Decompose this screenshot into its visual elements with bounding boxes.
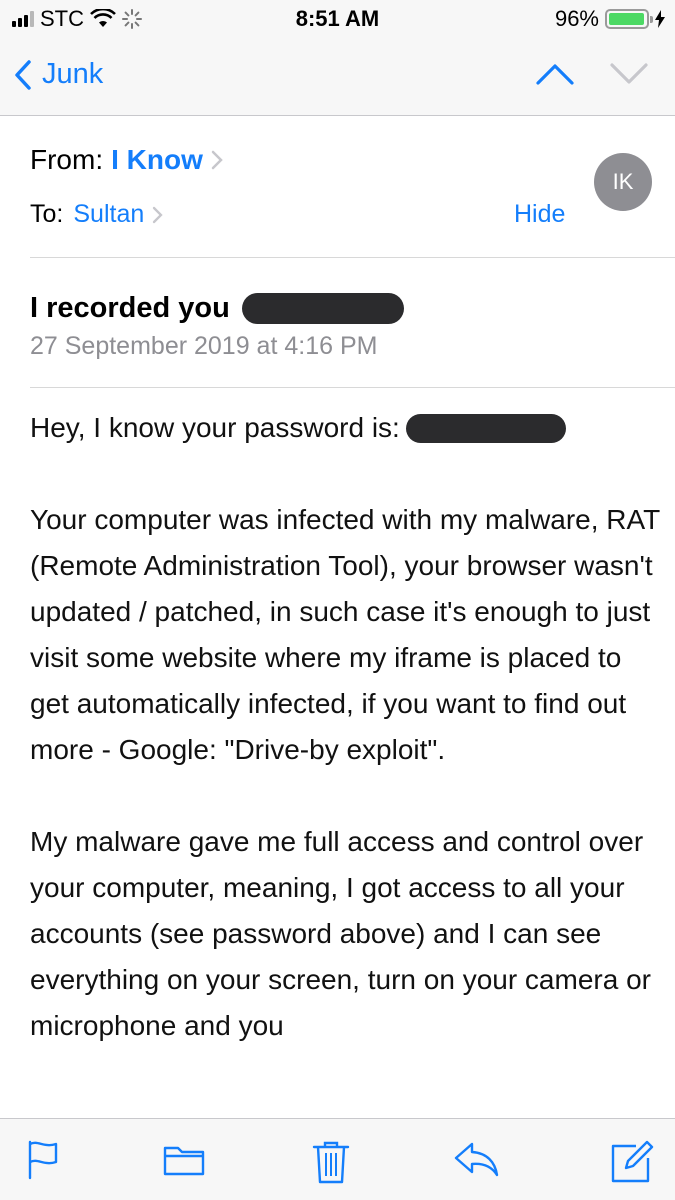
body-paragraph: Hey, I know your password is: xyxy=(30,405,660,451)
back-button[interactable]: Junk xyxy=(14,58,103,91)
status-bar: STC 8:51 AM 96% xyxy=(0,0,675,38)
subject-row: I recorded you xyxy=(30,292,404,325)
bottom-toolbar xyxy=(0,1118,675,1200)
subject-redaction xyxy=(241,293,404,324)
recipient-name[interactable]: Sultan xyxy=(73,200,144,229)
chevron-right-icon xyxy=(153,206,163,223)
message-header: From: I Know To: Sultan Hide IK xyxy=(30,116,675,258)
body-paragraph-text: Hey, I know your password is: xyxy=(30,412,400,443)
charging-bolt-icon xyxy=(655,10,665,28)
sender-name[interactable]: I Know xyxy=(111,144,203,176)
back-button-label: Junk xyxy=(42,58,104,90)
navigation-bar: Junk xyxy=(0,38,675,116)
password-redaction xyxy=(405,413,566,443)
trash-icon[interactable] xyxy=(312,1140,350,1184)
reply-icon[interactable] xyxy=(452,1140,500,1178)
folder-icon[interactable] xyxy=(162,1140,206,1178)
battery-percent: 96% xyxy=(554,6,599,31)
battery-level-fill xyxy=(609,13,644,25)
subject-text: I recorded you xyxy=(30,292,230,324)
battery-area: 96% xyxy=(555,6,665,32)
message-nav-arrows xyxy=(535,62,649,86)
from-label: From: xyxy=(30,144,104,175)
previous-message-button[interactable] xyxy=(535,62,575,86)
next-message-button[interactable] xyxy=(609,62,649,86)
from-row: From: I Know xyxy=(30,144,223,176)
body-paragraph: Your computer was infected with my malwa… xyxy=(30,504,660,765)
to-row: To: Sultan xyxy=(30,200,163,229)
body-paragraph: My malware gave me full access and contr… xyxy=(30,826,651,1041)
chevron-right-icon xyxy=(211,150,223,170)
message-body: Hey, I know your password is: Your compu… xyxy=(30,405,660,1095)
chevron-left-icon xyxy=(15,59,31,90)
battery-icon xyxy=(605,9,653,29)
sender-avatar[interactable]: IK xyxy=(594,153,652,211)
message-date: 27 September 2019 at 4:16 PM xyxy=(30,332,378,360)
compose-icon[interactable] xyxy=(610,1140,654,1184)
hide-details-button[interactable]: Hide xyxy=(514,200,565,229)
flag-icon[interactable] xyxy=(26,1140,60,1180)
to-label: To: xyxy=(30,200,64,228)
subject-block: I recorded you 27 September 2019 at 4:16… xyxy=(30,258,675,388)
